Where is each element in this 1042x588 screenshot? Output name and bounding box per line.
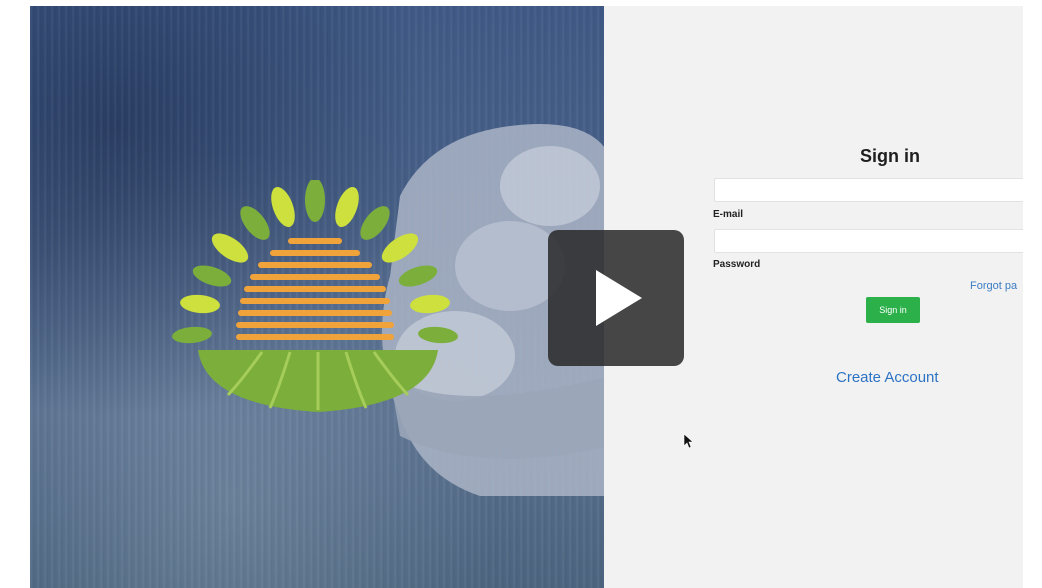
hero-image [30, 6, 604, 588]
password-label: Password [713, 259, 761, 270]
sun-stripes [236, 238, 394, 340]
forgot-password-link[interactable]: Forgot pa [970, 280, 1017, 292]
play-icon [596, 270, 642, 326]
password-field[interactable] [714, 229, 1023, 253]
cursor-icon [683, 433, 693, 449]
signin-button[interactable]: Sign in [866, 297, 920, 323]
sun-field-logo [172, 180, 458, 412]
email-label: E-mail [713, 209, 744, 220]
play-button[interactable] [548, 230, 684, 366]
email-field[interactable] [714, 178, 1023, 202]
create-account-link[interactable]: Create Account [836, 369, 939, 386]
video-frame: Sign in E-mail Password Forgot pa Sign i… [30, 6, 1023, 588]
page-title: Sign in [860, 146, 920, 166]
